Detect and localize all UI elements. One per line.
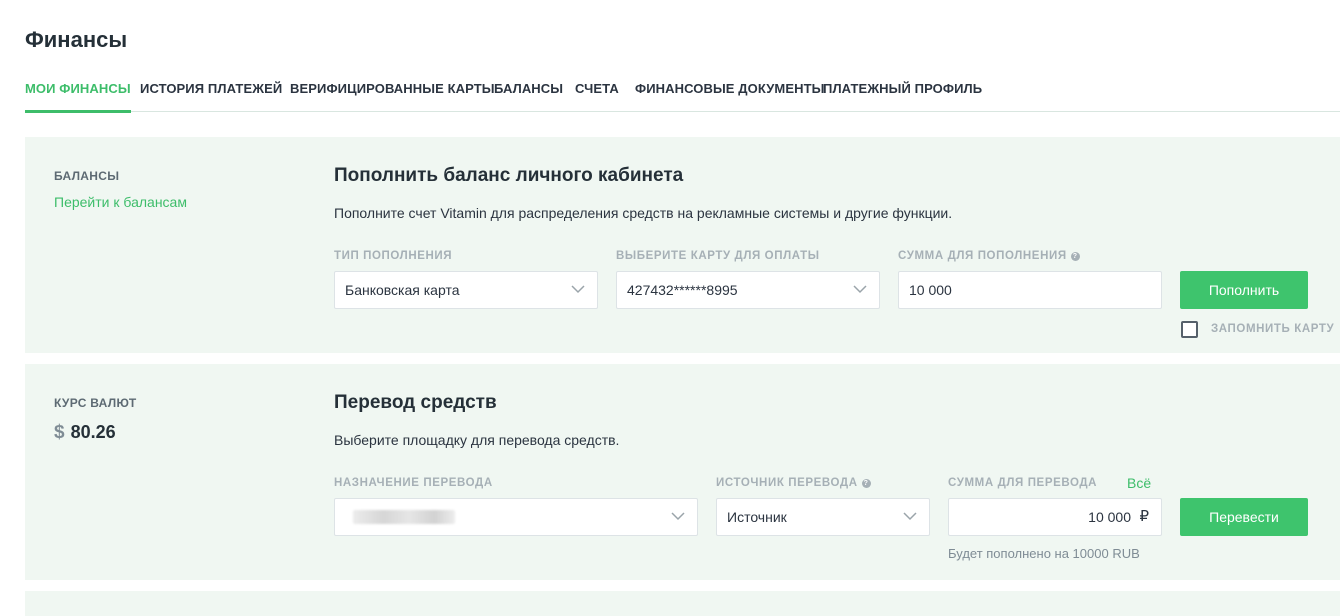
balances-label: БАЛАНСЫ (54, 169, 120, 183)
top-up-button[interactable]: Пополнить (1180, 271, 1308, 309)
transfer-amount-value: 10 000 (1088, 509, 1131, 525)
ruble-icon: ₽ (1139, 508, 1149, 525)
go-to-balances-link[interactable]: Перейти к балансам (54, 194, 187, 210)
payment-card-label: ВЫБЕРИТЕ КАРТУ ДЛЯ ОПЛАТЫ (616, 250, 820, 262)
transfer-source-select[interactable]: Источник (716, 498, 930, 536)
chevron-down-icon (853, 285, 867, 294)
finance-tabs: МОИ ФИНАНСЫ ИСТОРИЯ ПЛАТЕЖЕЙ ВЕРИФИЦИРОВ… (25, 78, 1340, 113)
transfer-source-label-text: ИСТОЧНИК ПЕРЕВОДА (716, 477, 858, 489)
tab-verified-cards[interactable]: ВЕРИФИЦИРОВАННЫЕ КАРТЫ (290, 78, 495, 112)
tab-balances[interactable]: БАЛАНСЫ (494, 78, 563, 112)
transfer-all-link[interactable]: Всё (1127, 475, 1151, 491)
top-up-card: БАЛАНСЫ Перейти к балансам Пополнить бал… (25, 137, 1340, 353)
help-circle-icon[interactable]: ? (1070, 252, 1080, 261)
exchange-rate-value: 80.26 (70, 422, 116, 442)
exchange-rate: $80.26 (54, 422, 116, 444)
transfer-destination-select[interactable] (334, 498, 698, 536)
top-up-amount-label-text: СУММА ДЛЯ ПОПОЛНЕНИЯ (898, 250, 1067, 262)
tab-my-finances[interactable]: МОИ ФИНАНСЫ (25, 78, 131, 113)
transfer-source-label: ИСТОЧНИК ПЕРЕВОДА? (716, 477, 871, 489)
top-up-title: Пополнить баланс личного кабинета (334, 165, 684, 186)
top-up-amount-label: СУММА ДЛЯ ПОПОЛНЕНИЯ? (898, 250, 1080, 262)
help-circle-icon[interactable]: ? (861, 479, 871, 488)
next-card (25, 591, 1340, 616)
transfer-hint: Будет пополнено на 10000 RUB (948, 546, 1140, 561)
payment-card-select[interactable]: 427432******8995 (616, 271, 880, 309)
tab-payment-profile[interactable]: ПЛАТЕЖНЫЙ ПРОФИЛЬ (823, 78, 982, 112)
transfer-card: КУРС ВАЛЮТ $80.26 Перевод средств Выбери… (25, 364, 1340, 580)
payment-card-value: 427432******8995 (627, 282, 738, 298)
top-up-amount-input[interactable]: 10 000 (898, 271, 1162, 309)
transfer-title: Перевод средств (334, 392, 497, 413)
remember-card-checkbox[interactable] (1181, 321, 1198, 338)
redacted-destination (353, 510, 455, 524)
top-up-description: Пополните счет Vitamin для распределения… (334, 205, 953, 221)
transfer-amount-input[interactable]: 10 000 ₽ (948, 498, 1162, 536)
tab-financial-documents[interactable]: ФИНАНСОВЫЕ ДОКУМЕНТЫ (635, 78, 824, 112)
transfer-description: Выберите площадку для перевода средств. (334, 432, 620, 448)
top-up-type-value: Банковская карта (345, 282, 460, 298)
chevron-down-icon (903, 512, 917, 521)
transfer-source-value: Источник (727, 509, 787, 525)
page-title: Финансы (25, 27, 128, 52)
transfer-destination-label: НАЗНАЧЕНИЕ ПЕРЕВОДА (334, 477, 493, 489)
chevron-down-icon (671, 512, 685, 521)
top-up-type-label: ТИП ПОПОЛНЕНИЯ (334, 250, 453, 262)
transfer-amount-label: СУММА ДЛЯ ПЕРЕВОДА (948, 477, 1098, 489)
remember-card-label: ЗАПОМНИТЬ КАРТУ (1211, 323, 1335, 335)
transfer-button[interactable]: Перевести (1180, 498, 1308, 536)
tab-invoices[interactable]: СЧЕТА (575, 78, 619, 112)
exchange-rate-label: КУРС ВАЛЮТ (54, 396, 137, 410)
chevron-down-icon (571, 285, 585, 294)
top-up-type-select[interactable]: Банковская карта (334, 271, 598, 309)
tab-payment-history[interactable]: ИСТОРИЯ ПЛАТЕЖЕЙ (140, 78, 282, 112)
dollar-icon: $ (54, 422, 65, 443)
